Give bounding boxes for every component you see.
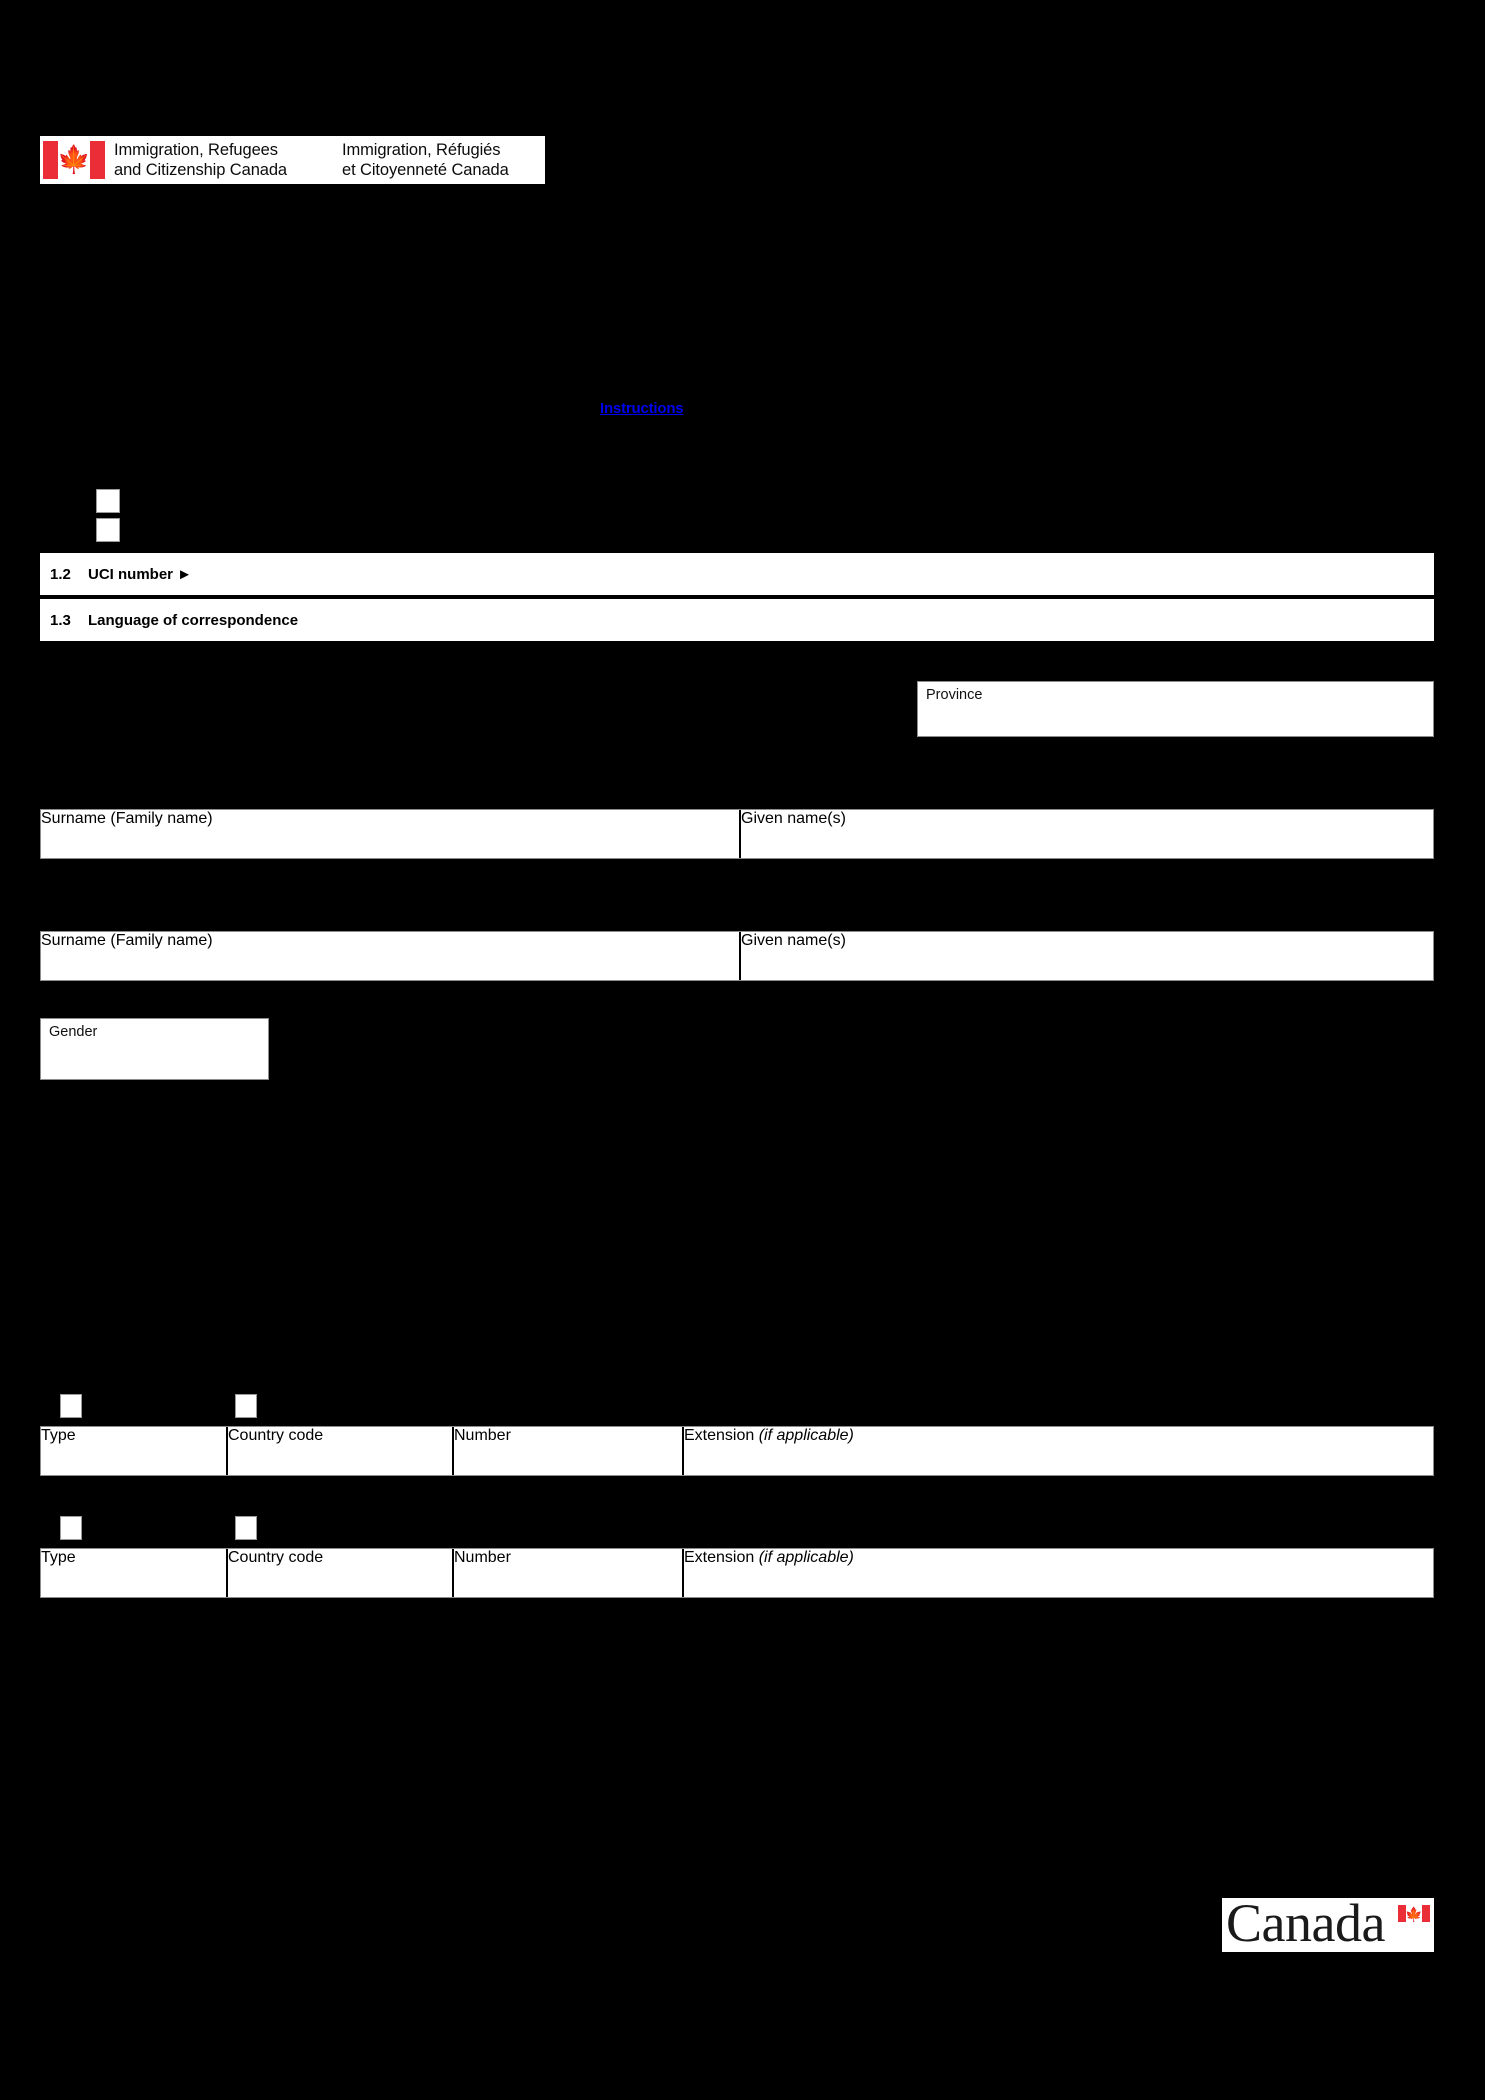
surname-field[interactable]: Surname (Family name) [41, 932, 741, 980]
phone-country-code-field[interactable]: Country code [228, 1549, 454, 1597]
phone-type-field[interactable]: Type [41, 1549, 228, 1597]
row-number: 1.2 [50, 565, 71, 583]
agency-name-en: Immigration, Refugees and Citizenship Ca… [114, 140, 287, 179]
phone-extension-note: (if applicable) [758, 1549, 854, 1566]
given-names-label: Given name(s) [741, 810, 846, 827]
gender-field[interactable]: Gender [40, 1018, 269, 1080]
phone-extension-text: Extension [684, 1549, 759, 1566]
second-name-table: Surname (Family name) Given name(s) [40, 931, 1434, 981]
phone-type-label: Type [41, 1427, 76, 1444]
phone-number-field[interactable]: Number [454, 1549, 684, 1597]
phone-country-code-label: Country code [228, 1427, 324, 1444]
given-names-label: Given name(s) [741, 932, 846, 949]
surname-label: Surname (Family name) [41, 810, 213, 827]
applicant-name-table: Surname (Family name) Given name(s) [40, 809, 1434, 859]
row-uci-number[interactable]: 1.2 UCI number ► [40, 553, 1434, 597]
canada-flag-icon: 🍁 [1398, 1905, 1430, 1922]
maple-leaf-icon: 🍁 [57, 144, 91, 175]
canada-flag-icon: 🍁 [40, 136, 108, 184]
language-checkbox-1[interactable] [96, 489, 120, 513]
phone-extension-text: Extension [684, 1427, 759, 1444]
phone-type-label: Type [41, 1549, 76, 1566]
phone-alternate-table: Type Country code Number Extension (if a… [40, 1548, 1434, 1598]
gender-label: Gender [49, 1024, 98, 1040]
ircc-signature-block: 🍁 Immigration, Refugees and Citizenship … [40, 136, 545, 184]
phone-primary-table: Type Country code Number Extension (if a… [40, 1426, 1434, 1476]
row-language-of-correspondence[interactable]: 1.3 Language of correspondence [40, 599, 1434, 641]
canada-wordmark: Canada 🍁 [1222, 1898, 1434, 1952]
phone-extension-field[interactable]: Extension (if applicable) [684, 1549, 1433, 1597]
instructions-link[interactable]: Instructions [600, 400, 684, 417]
phone-country-code-label: Country code [228, 1549, 324, 1566]
maple-leaf-icon: 🍁 [1405, 1905, 1423, 1922]
surname-field[interactable]: Surname (Family name) [41, 810, 741, 858]
phone-extension-field[interactable]: Extension (if applicable) [684, 1427, 1433, 1475]
given-names-field[interactable]: Given name(s) [741, 810, 1433, 858]
canada-wordmark-text: Canada [1226, 1898, 1385, 1952]
phone-extension-label: Extension (if applicable) [684, 1427, 854, 1444]
row-label: Language of correspondence [88, 611, 299, 629]
given-names-field[interactable]: Given name(s) [741, 932, 1433, 980]
province-field[interactable]: Province [917, 681, 1434, 737]
phone-number-field[interactable]: Number [454, 1427, 684, 1475]
phone-primary-checkbox-2[interactable] [235, 1394, 257, 1418]
phone-primary-checkbox-1[interactable] [60, 1394, 82, 1418]
language-checkbox-2[interactable] [96, 518, 120, 542]
phone-extension-label: Extension (if applicable) [684, 1549, 854, 1566]
row-label: UCI number ► [88, 565, 193, 583]
form-page: 🍁 Immigration, Refugees and Citizenship … [0, 0, 1485, 2100]
phone-alternate-checkbox-2[interactable] [235, 1516, 257, 1540]
phone-number-label: Number [454, 1549, 511, 1566]
surname-label: Surname (Family name) [41, 932, 213, 949]
phone-type-field[interactable]: Type [41, 1427, 228, 1475]
phone-country-code-field[interactable]: Country code [228, 1427, 454, 1475]
phone-extension-note: (if applicable) [758, 1427, 854, 1444]
row-number: 1.3 [50, 611, 71, 629]
agency-name-fr: Immigration, Réfugiés et Citoyenneté Can… [342, 140, 509, 179]
phone-number-label: Number [454, 1427, 511, 1444]
province-label: Province [926, 687, 983, 703]
phone-alternate-checkbox-1[interactable] [60, 1516, 82, 1540]
